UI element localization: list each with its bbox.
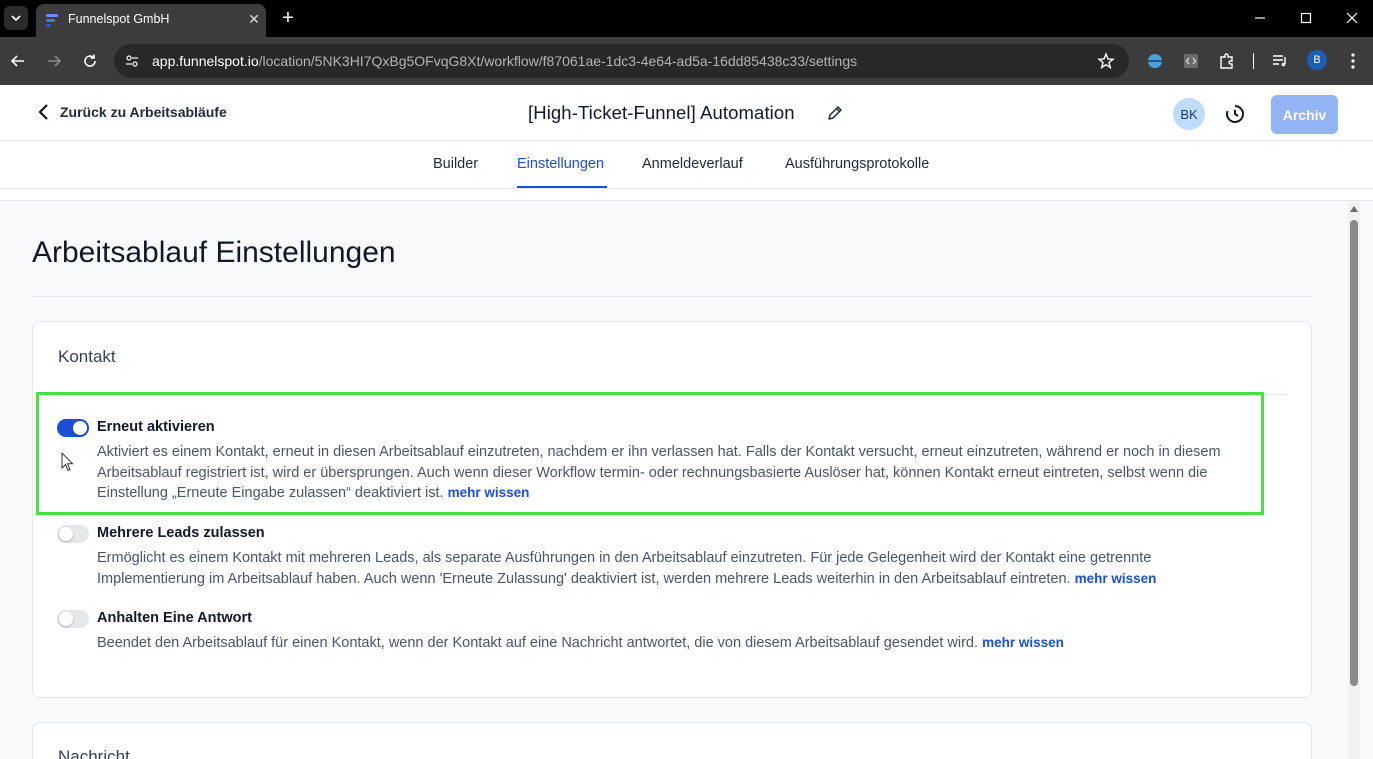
- workflow-header: Zurück zu Arbeitsabläufe [High-Ticket-Fu…: [0, 85, 1373, 141]
- puzzle-icon: [1220, 53, 1233, 69]
- funnelspot-logo-icon: [46, 14, 58, 27]
- close-icon: [1346, 12, 1358, 24]
- minimize-window-button[interactable]: [1248, 6, 1272, 30]
- tab-enrollment-history[interactable]: Anmeldeverlauf: [642, 156, 743, 172]
- address-bar[interactable]: app.funnelspot.io/location/5NK3HI7QxBg5O…: [114, 44, 1129, 78]
- toggle-knob: [59, 612, 73, 626]
- tab-settings[interactable]: Einstellungen: [517, 156, 604, 172]
- active-tab-indicator: [517, 186, 607, 188]
- url-text: app.funnelspot.io/location/5NK3HI7QxBg5O…: [152, 53, 857, 69]
- bookmark-star-icon[interactable]: [1097, 52, 1115, 70]
- browser-tab-bar: Funnelspot GmbH ✕ +: [0, 0, 1373, 37]
- browser-tab[interactable]: Funnelspot GmbH ✕: [36, 4, 266, 37]
- content-top-spacer: [0, 189, 1373, 201]
- history-icon[interactable]: [1224, 103, 1246, 125]
- close-tab-icon[interactable]: ✕: [246, 11, 262, 27]
- more-vertical-icon: [1351, 53, 1355, 69]
- tab-search-button[interactable]: [4, 6, 28, 30]
- back-to-workflows-link[interactable]: Zurück zu Arbeitsabläufe: [36, 103, 227, 121]
- learn-more-link[interactable]: mehr wissen: [1075, 571, 1157, 586]
- arrow-right-icon: [48, 55, 62, 67]
- maximize-icon: [1300, 12, 1312, 24]
- card-title-contact: Kontakt: [58, 347, 116, 366]
- browser-menu-button[interactable]: [1341, 49, 1365, 73]
- browser-toolbar: app.funnelspot.io/location/5NK3HI7QxBg5O…: [0, 37, 1373, 85]
- code-extension-icon: [1184, 54, 1198, 68]
- back-button[interactable]: [6, 49, 30, 73]
- pencil-icon[interactable]: [825, 103, 845, 123]
- toggle-knob: [59, 527, 73, 541]
- mouse-cursor-icon: [61, 452, 74, 472]
- maximize-window-button[interactable]: [1294, 6, 1318, 30]
- minimize-icon: [1255, 17, 1265, 19]
- arrow-left-icon: [10, 55, 24, 67]
- site-settings-icon[interactable]: [124, 53, 140, 69]
- media-queue-icon: [1273, 55, 1286, 67]
- forward-button[interactable]: [42, 49, 66, 73]
- page-scrollbar[interactable]: [1348, 202, 1360, 759]
- workflow-title: [High-Ticket-Funnel] Automation: [528, 102, 795, 123]
- archive-button[interactable]: Archiv: [1271, 95, 1338, 134]
- highlight-box: [36, 392, 1264, 515]
- workflow-tabs: Builder Einstellungen Anmeldeverlauf Aus…: [0, 141, 1373, 189]
- chevron-left-icon: [38, 104, 48, 120]
- reload-button[interactable]: [78, 49, 102, 73]
- setting-description: Ermöglicht es einem Kontakt mit mehreren…: [97, 548, 1262, 589]
- extension-button-2[interactable]: [1179, 49, 1203, 73]
- scrollbar-thumb[interactable]: [1350, 220, 1358, 686]
- learn-more-link[interactable]: mehr wissen: [982, 635, 1064, 650]
- setting-description-text: Beendet den Arbeitsablauf für einen Kont…: [97, 635, 979, 651]
- profile-avatar[interactable]: B: [1307, 50, 1327, 70]
- extensions-menu-button[interactable]: [1215, 49, 1239, 73]
- extension-globe-icon: [1148, 54, 1162, 68]
- new-tab-button[interactable]: +: [278, 8, 298, 28]
- media-control-button[interactable]: [1268, 49, 1292, 73]
- setting-description-text: Ermöglicht es einem Kontakt mit mehreren…: [97, 550, 1152, 587]
- title-divider: [32, 296, 1312, 297]
- url-host: app.funnelspot.io: [152, 53, 259, 69]
- card-title-message: Nachricht: [58, 747, 130, 759]
- browser-tab-title: Funnelspot GmbH: [68, 12, 170, 26]
- multiple-leads-toggle[interactable]: [57, 525, 89, 543]
- message-settings-card: Nachricht: [32, 722, 1312, 759]
- toolbar-divider: [1253, 53, 1254, 69]
- chevron-down-icon: [11, 15, 21, 22]
- extension-button-1[interactable]: [1143, 49, 1167, 73]
- user-avatar[interactable]: BK: [1173, 98, 1205, 130]
- url-path: /location/5NK3HI7QxBg5OFvqG8Xt/workflow/…: [258, 53, 858, 69]
- setting-label: Anhalten Eine Antwort: [97, 610, 252, 626]
- tab-builder[interactable]: Builder: [433, 156, 478, 172]
- page-title: Arbeitsablauf Einstellungen: [32, 236, 396, 269]
- close-window-button[interactable]: [1340, 6, 1364, 30]
- back-label: Zurück zu Arbeitsabläufe: [60, 104, 227, 120]
- setting-label: Mehrere Leads zulassen: [97, 525, 265, 541]
- scroll-up-arrow-icon[interactable]: [1350, 206, 1358, 212]
- tab-execution-logs[interactable]: Ausführungsprotokolle: [785, 156, 929, 172]
- setting-description: Beendet den Arbeitsablauf für einen Kont…: [97, 633, 1262, 654]
- stop-on-response-toggle[interactable]: [57, 610, 89, 628]
- reload-icon: [84, 54, 96, 67]
